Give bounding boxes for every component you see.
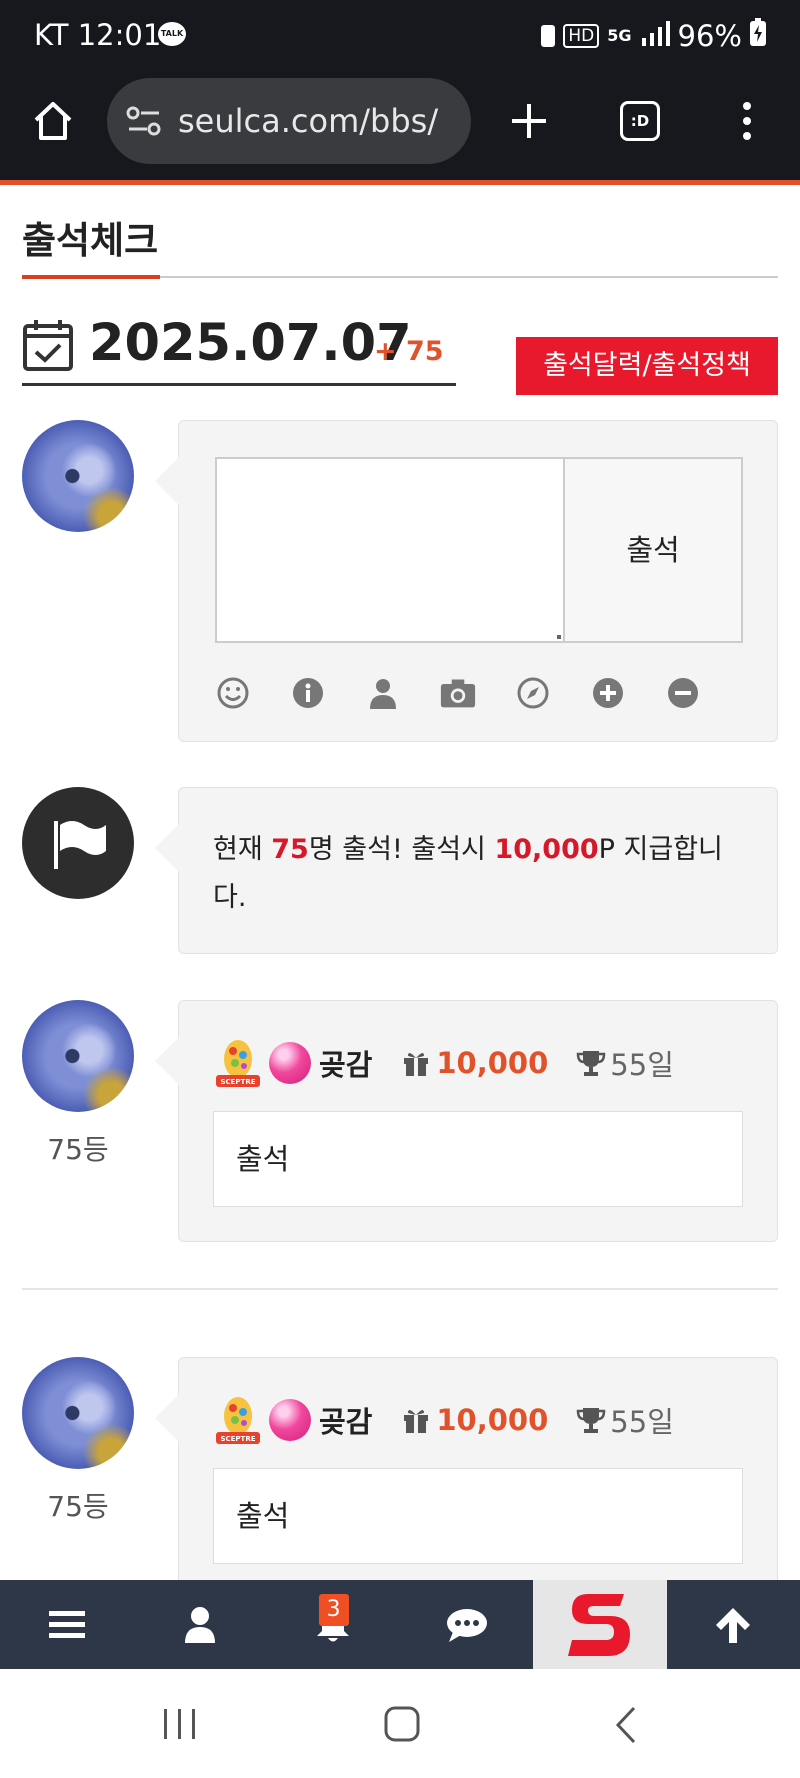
- level-badge: SCEPTRE: [213, 1392, 263, 1448]
- notice-text: 현재 75명 출석! 출석시 10,000P 지급합니다.: [213, 834, 723, 913]
- notice-count: 75: [271, 834, 309, 865]
- page-title: 출석체크: [22, 219, 159, 262]
- new-tab-button[interactable]: [494, 86, 564, 156]
- streak-days: 55일: [610, 1048, 674, 1082]
- nav-notifications[interactable]: 3: [267, 1580, 400, 1669]
- kakaotalk-icon: TALK: [158, 22, 186, 46]
- entry-divider: [22, 1288, 778, 1290]
- compass-icon[interactable]: [515, 675, 551, 711]
- site-settings-icon[interactable]: [125, 104, 163, 138]
- attendance-form: 출석: [155, 420, 778, 742]
- svg-text:SCEPTRE: SCEPTRE: [220, 1435, 255, 1443]
- rank-label: 75등: [47, 1490, 109, 1523]
- bottom-nav: 3: [0, 1580, 800, 1669]
- notice-bubble: 현재 75명 출석! 출석시 10,000P 지급합니다.: [155, 787, 778, 954]
- member-badge: [269, 1042, 311, 1084]
- flag-icon: [54, 821, 106, 869]
- attendance-date: 2025.07.07: [89, 314, 412, 373]
- url-text: seulca.com/bbs/: [178, 102, 439, 140]
- editor-toolbar: [215, 675, 701, 711]
- minus-circle-icon[interactable]: [665, 675, 701, 711]
- status-time: KT 12:01: [34, 18, 162, 52]
- entry-message: 출석: [213, 1468, 743, 1564]
- accent-line: [0, 180, 800, 185]
- trophy-icon: [577, 1408, 606, 1433]
- status-bar: KT 12:01 TALK HD 5G 96%: [0, 0, 800, 72]
- rank-label: 75등: [47, 1133, 109, 1166]
- tab-switcher-button[interactable]: :D: [605, 86, 675, 156]
- title-underline: [22, 275, 160, 279]
- entry-meta: SCEPTRE 곶감 10,000 55일: [213, 1392, 674, 1448]
- attend-submit-button[interactable]: 출석: [563, 457, 743, 643]
- nav-chat[interactable]: [400, 1580, 533, 1669]
- plus-icon: [512, 104, 546, 138]
- entry-message: 출석: [213, 1111, 743, 1207]
- smile-icon[interactable]: [215, 675, 251, 711]
- date-header: 2025.07.07 + 75: [22, 314, 456, 386]
- flag-avatar: [22, 787, 134, 899]
- member-badge: [269, 1399, 311, 1441]
- chat-icon: [446, 1608, 487, 1642]
- battery-percent: 96%: [677, 18, 742, 53]
- battery-icon: [750, 18, 766, 53]
- avatar: [22, 420, 134, 532]
- attendance-entry: SCEPTRE 곶감 10,000 55일 출석: [155, 1357, 778, 1599]
- signal-icon: [640, 19, 670, 53]
- attendance-entry: SCEPTRE 곶감 10,000 55일 출석: [155, 1000, 778, 1242]
- level-badge: SCEPTRE: [213, 1035, 263, 1091]
- points-value: 10,000: [436, 1403, 549, 1437]
- gift-icon: [404, 1052, 429, 1076]
- browser-toolbar: seulca.com/bbs/ :D: [0, 72, 800, 185]
- home-icon: [34, 102, 72, 140]
- points-value: 10,000: [436, 1046, 549, 1080]
- browser-menu-button[interactable]: [712, 86, 782, 156]
- today-count: + 75: [374, 336, 444, 367]
- nickname[interactable]: 곶감: [319, 1399, 372, 1441]
- calendar-check-icon: [23, 320, 73, 371]
- battery-saver-icon: [541, 24, 556, 47]
- trophy-icon: [577, 1051, 606, 1076]
- avatar[interactable]: [22, 1000, 134, 1112]
- avatar[interactable]: [22, 1357, 134, 1469]
- home-button[interactable]: [18, 86, 88, 156]
- notification-count-badge: 3: [318, 1594, 349, 1626]
- entry-meta: SCEPTRE 곶감 10,000 55일: [213, 1035, 674, 1091]
- notice-points: 10,000: [494, 834, 599, 865]
- plus-circle-icon[interactable]: [590, 675, 626, 711]
- nav-menu[interactable]: [0, 1580, 133, 1669]
- more-vert-icon: [743, 102, 751, 140]
- arrow-up-icon: [716, 1607, 751, 1643]
- hd-icon: HD: [563, 23, 600, 48]
- site-logo: [567, 1593, 630, 1656]
- nav-scroll-top[interactable]: [667, 1580, 800, 1669]
- calendar-policy-button[interactable]: 출석달력/출석정책: [516, 337, 778, 395]
- resize-grip[interactable]: [557, 635, 561, 639]
- tab-count: :D: [620, 101, 660, 141]
- status-right: HD 5G 96%: [541, 18, 766, 53]
- back-icon[interactable]: [612, 1705, 640, 1745]
- streak-days: 55일: [610, 1405, 674, 1439]
- system-nav-bar: [0, 1669, 800, 1778]
- comment-textarea[interactable]: [215, 457, 565, 643]
- home-nav-icon[interactable]: [383, 1705, 421, 1743]
- svg-text:SCEPTRE: SCEPTRE: [220, 1078, 255, 1086]
- user-icon[interactable]: [365, 675, 401, 711]
- gift-icon: [404, 1409, 429, 1433]
- 5g-icon: 5G: [607, 26, 632, 45]
- menu-icon: [48, 1610, 85, 1638]
- user-icon: [184, 1606, 215, 1643]
- camera-icon[interactable]: [440, 675, 476, 711]
- site-logo-button[interactable]: [533, 1580, 667, 1669]
- info-icon[interactable]: [290, 675, 326, 711]
- nav-profile[interactable]: [133, 1580, 266, 1669]
- nickname[interactable]: 곶감: [319, 1042, 372, 1084]
- recent-apps-icon[interactable]: [162, 1707, 198, 1741]
- address-bar[interactable]: seulca.com/bbs/: [107, 78, 471, 164]
